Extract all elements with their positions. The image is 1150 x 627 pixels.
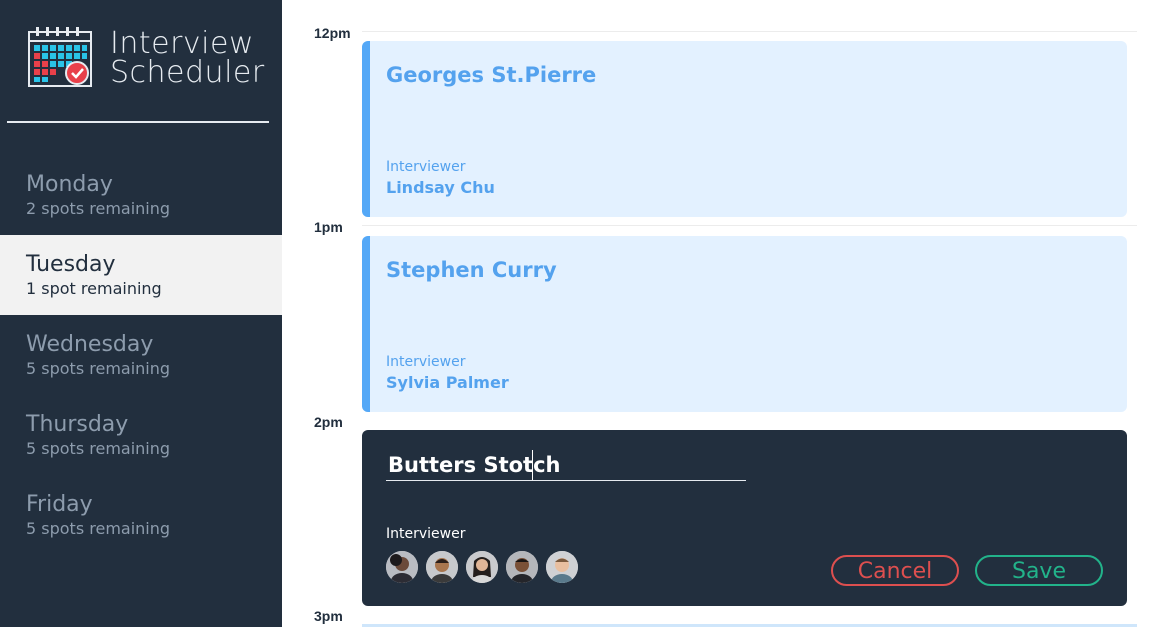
day-name: Tuesday (26, 252, 116, 277)
hour-divider (362, 31, 1137, 32)
day-item-friday[interactable]: Friday 5 spots remaining (0, 475, 282, 555)
appointment-card[interactable]: Georges St.Pierre Interviewer Lindsay Ch… (362, 41, 1127, 217)
student-name-input[interactable] (386, 450, 746, 481)
calendar-logo-icon (28, 27, 92, 87)
interviewer-avatar-2[interactable] (426, 551, 458, 583)
day-spots: 5 spots remaining (26, 519, 171, 538)
interviewer-avatar-1[interactable] (386, 551, 418, 583)
day-name: Thursday (26, 412, 129, 437)
day-item-wednesday[interactable]: Wednesday 5 spots remaining (0, 315, 282, 395)
day-item-thursday[interactable]: Thursday 5 spots remaining (0, 395, 282, 475)
interviewer-avatar-4[interactable] (506, 551, 538, 583)
interviewer-avatar-5[interactable] (546, 551, 578, 583)
interviewer-name: Lindsay Chu (386, 178, 495, 197)
appointment-accent (362, 41, 370, 217)
interviewer-label: Interviewer (386, 159, 466, 175)
cancel-button[interactable]: Cancel (831, 555, 959, 586)
day-spots: 1 spot remaining (26, 279, 162, 298)
hour-label-3pm: 3pm (314, 608, 343, 624)
app-title: Interview Scheduler (110, 26, 265, 90)
appointment-card[interactable]: Stephen Curry Interviewer Sylvia Palmer (362, 236, 1127, 412)
appointment-accent (362, 236, 370, 412)
day-item-monday[interactable]: Monday 2 spots remaining (0, 155, 282, 235)
interviewer-name: Sylvia Palmer (386, 373, 509, 392)
app-title-line-2: Scheduler (110, 55, 265, 90)
interviewer-label: Interviewer (386, 526, 466, 542)
day-name: Monday (26, 172, 113, 197)
day-name: Friday (26, 492, 93, 517)
save-button[interactable]: Save (975, 555, 1103, 586)
hour-label-1pm: 1pm (314, 219, 343, 235)
app-title-line-1: Interview (110, 26, 254, 61)
appointment-edit-form: Interviewer Cancel Save (362, 430, 1127, 606)
interviewer-avatar-3[interactable] (466, 551, 498, 583)
hour-label-2pm: 2pm (314, 414, 343, 430)
day-list: Monday 2 spots remaining Tuesday 1 spot … (0, 155, 282, 555)
interviewer-label: Interviewer (386, 354, 466, 370)
text-caret (532, 450, 533, 480)
day-name: Wednesday (26, 332, 154, 357)
day-spots: 5 spots remaining (26, 359, 171, 378)
day-spots: 2 spots remaining (26, 199, 171, 218)
hour-divider (362, 225, 1137, 226)
day-spots: 5 spots remaining (26, 439, 171, 458)
hour-label-12pm: 12pm (314, 25, 351, 41)
student-name: Georges St.Pierre (386, 63, 597, 87)
sidebar: Interview Scheduler Monday 2 spots remai… (0, 0, 282, 627)
student-name: Stephen Curry (386, 258, 557, 282)
schedule: 12pm Georges St.Pierre Interviewer Linds… (282, 0, 1150, 627)
day-item-tuesday[interactable]: Tuesday 1 spot remaining (0, 235, 282, 315)
sidebar-divider (7, 121, 269, 123)
